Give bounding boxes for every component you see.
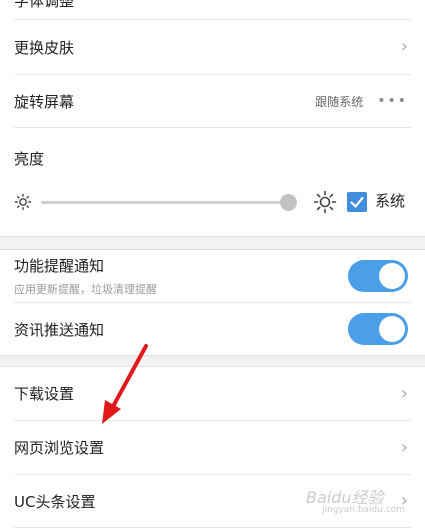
- chevron-right-icon: ›: [400, 36, 408, 57]
- brightness-slider-track[interactable]: [41, 201, 291, 204]
- system-brightness-label: 系统: [375, 192, 406, 210]
- rotate-screen-row[interactable]: 旋转屏幕 跟随系统 •••: [0, 75, 425, 127]
- download-settings-row[interactable]: 下载设置 ›: [0, 367, 425, 420]
- rotate-screen-value: 跟随系统: [315, 94, 364, 109]
- checkmark-icon: [350, 196, 364, 208]
- brightness-high-icon: [313, 190, 337, 214]
- toggle-knob: [379, 263, 405, 289]
- section-separator: [0, 236, 425, 250]
- web-browse-settings-row[interactable]: 网页浏览设置 ›: [0, 421, 425, 474]
- brightness-label: 亮度: [14, 149, 45, 168]
- font-size-label: 字体调整: [14, 0, 75, 10]
- section-separator: [0, 355, 425, 367]
- divider: [14, 127, 411, 128]
- change-skin-row[interactable]: 更换皮肤 ›: [0, 20, 425, 74]
- annotation-arrow-icon: [102, 344, 148, 424]
- chevron-right-icon: ›: [400, 436, 408, 458]
- system-brightness-checkbox[interactable]: [347, 192, 367, 212]
- font-size-row[interactable]: 字体调整: [0, 0, 425, 18]
- chevron-right-icon: ›: [400, 382, 408, 404]
- feature-notification-sublabel: 应用更新提醒，垃圾清理提醒: [14, 283, 157, 296]
- news-push-row[interactable]: 资讯推送通知: [0, 303, 425, 355]
- brightness-title-row: 亮度: [0, 142, 425, 174]
- divider: [14, 527, 411, 528]
- brightness-slider-thumb[interactable]: [280, 194, 297, 211]
- baidu-watermark-url: jingyan.baidu.com: [322, 505, 406, 515]
- web-browse-settings-label: 网页浏览设置: [14, 439, 105, 457]
- feature-notification-row[interactable]: 功能提醒通知 应用更新提醒，垃圾清理提醒: [0, 250, 425, 302]
- toggle-knob: [379, 316, 405, 342]
- change-skin-label: 更换皮肤: [14, 38, 75, 57]
- news-push-toggle[interactable]: [348, 313, 408, 345]
- download-settings-label: 下载设置: [14, 385, 75, 403]
- brightness-low-icon: [14, 193, 32, 211]
- feature-notification-label: 功能提醒通知: [14, 257, 105, 275]
- rotate-screen-label: 旋转屏幕: [14, 92, 75, 111]
- feature-notification-toggle[interactable]: [348, 260, 408, 292]
- more-dots-icon[interactable]: •••: [377, 93, 408, 109]
- uc-headline-settings-label: UC头条设置: [14, 492, 96, 511]
- news-push-label: 资讯推送通知: [14, 320, 105, 339]
